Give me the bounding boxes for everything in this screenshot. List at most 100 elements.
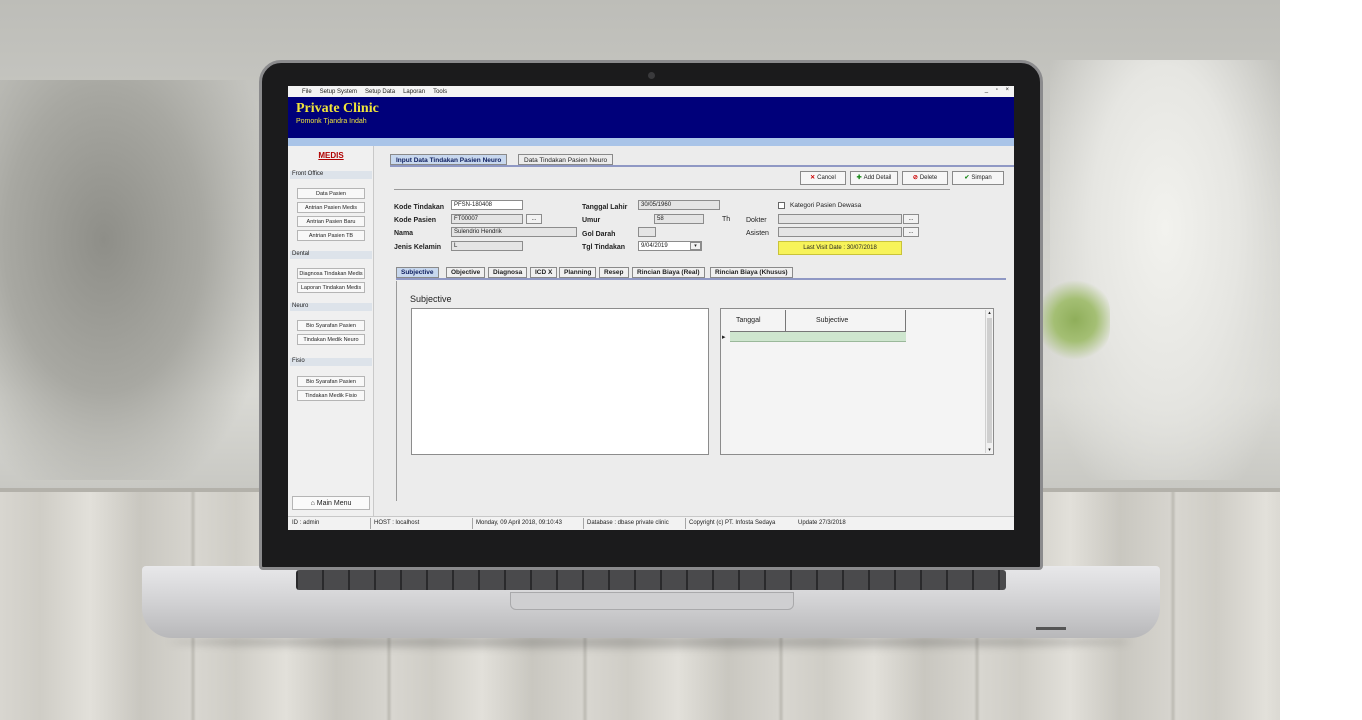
asisten-lookup-button[interactable]: ... [903,227,919,237]
menu-setup-system[interactable]: Setup System [320,89,357,95]
group-label: Dental [292,251,310,257]
sidebar-item-antrian-tb[interactable]: Antrian Pasien TB [297,230,365,241]
cancel-label: Cancel [817,175,836,181]
form-separator [394,189,950,190]
sidebar-item-diagnosa-tindakan[interactable]: Diagnosa Tindakan Medis [297,268,365,279]
kategori-checkbox[interactable] [778,202,785,209]
status-copyright: Copyright (c) PT. Infosta Sedaya [689,520,776,526]
background-blur-left [0,80,260,480]
gol-darah-label: Gol Darah [582,231,616,238]
status-update: Update 27/3/2018 [798,520,846,526]
group-fisio[interactable]: Fisio [290,358,372,366]
grid-scrollbar[interactable]: ▴ ▾ [985,310,992,453]
scroll-thumb[interactable] [987,318,992,443]
asisten-field[interactable] [778,227,902,237]
umur-field[interactable]: 58 [654,214,704,224]
menu-setup-data[interactable]: Setup Data [365,89,395,95]
sidebar-item-antrian-medis[interactable]: Antrian Pasien Medis [297,202,365,213]
dokter-field[interactable] [778,214,902,224]
kode-tindakan-field[interactable]: PFSN-180408 [451,200,523,210]
sidebar-item-laporan-tindakan[interactable]: Laporan Tindakan Medis [297,282,365,293]
group-neuro[interactable]: Neuro [290,303,372,311]
window-controls[interactable]: _ ▫ × [985,87,1012,93]
laptop-photo-scene: File Setup System Setup Data Laporan Too… [0,0,1280,720]
jenis-kelamin-field[interactable]: L [451,241,523,251]
sidebar-item-data-pasien[interactable]: Data Pasien [297,188,365,199]
scroll-up-icon[interactable]: ▴ [986,310,993,316]
delete-label: Delete [919,175,938,181]
group-front-office[interactable]: Front Office [290,171,372,179]
status-database: Database : dbase private clinic [587,520,669,526]
subtab-icd-x[interactable]: ICD X [530,267,558,278]
sidebar-item-bio-neuro[interactable]: Bio Syarafan Pasien [297,320,365,331]
kode-tindakan-label: Kode Tindakan [394,204,445,211]
sidebar: MEDIS Front Office Data Pasien Antrian P… [288,146,374,516]
delete-button[interactable]: ⊘ Delete [902,171,948,185]
cancel-button[interactable]: ✕ Cancel [800,171,846,185]
tanggal-lahir-field[interactable]: 30/05/1960 [638,200,720,210]
add-icon: ✚ [856,175,862,181]
subtab-diagnosa[interactable]: Diagnosa [488,267,528,278]
chevron-down-icon[interactable]: ▾ [690,242,701,250]
grid-header-tanggal[interactable]: Tanggal [730,310,786,332]
status-divider [583,518,584,529]
app-banner: Private Clinic Pomonk Tjandra Indah [288,97,1014,138]
subtab-underline [396,278,1006,280]
sidebar-item-tindakan-fisio[interactable]: Tindakan Medik Fisio [297,390,365,401]
subjective-title: Subjective [410,294,452,304]
kode-pasien-lookup-button[interactable]: ... [526,214,542,224]
gol-darah-field[interactable] [638,227,656,237]
app-window: File Setup System Setup Data Laporan Too… [288,86,1014,530]
last-visit-badge: Last Visit Date : 30/07/2018 [778,241,902,255]
umur-unit: Th [722,216,731,223]
save-button[interactable]: ✔ Simpan [952,171,1004,185]
kode-pasien-field[interactable]: FT00007 [451,214,523,224]
menu-file[interactable]: File [302,89,312,95]
add-detail-button[interactable]: ✚ Add Detail [850,171,898,185]
subtab-objective[interactable]: Objective [446,267,486,278]
clinic-subtitle: Pomonk Tjandra Indah [296,118,367,125]
laptop-port [1036,627,1066,630]
group-dental[interactable]: Dental [290,251,372,259]
subtab-subjective[interactable]: Subjective [396,267,439,278]
nama-label: Nama [394,230,414,237]
status-divider [370,518,371,529]
save-label: Simpan [971,175,992,181]
grid-header-subjective[interactable]: Subjective [786,310,906,332]
asisten-label: Asisten [746,230,769,237]
group-label: Fisio [292,358,305,364]
subtab-rincian-khusus[interactable]: Rincian Biaya (Khusus) [710,267,793,278]
status-host: HOST : localhost [374,520,420,526]
table-row[interactable] [730,332,906,342]
background-plant [1040,280,1110,360]
laptop-keyboard [296,570,1006,590]
nama-field[interactable]: Sulendrio Hendrik [451,227,577,237]
tanggal-lahir-label: Tanggal Lahir [582,204,628,211]
dokter-lookup-button[interactable]: ... [903,214,919,224]
subjective-grid[interactable]: Tanggal Subjective ▸ ▴ ▾ [720,308,994,455]
main-menu-button[interactable]: ⌂ Main Menu [292,496,370,510]
subjective-textarea[interactable] [411,308,709,455]
subtab-rincian-real[interactable]: Rincian Biaya (Real) [632,267,705,278]
status-bar: ID : admin HOST : localhost Monday, 09 A… [288,516,1014,530]
subtab-resep[interactable]: Resep [599,267,629,278]
group-label: Neuro [292,303,309,309]
clinic-title: Private Clinic [296,101,379,116]
kategori-label: Kategori Pasien Dewasa [790,202,862,209]
banner-strip [288,138,1014,146]
scroll-down-icon[interactable]: ▾ [986,447,993,453]
menu-tools[interactable]: Tools [433,89,447,95]
sidebar-item-tindakan-neuro[interactable]: Tindakan Medik Neuro [297,334,365,345]
menu-bar: File Setup System Setup Data Laporan Too… [288,86,1014,97]
kode-pasien-label: Kode Pasien [394,217,437,224]
sidebar-title: MEDIS [318,151,344,160]
add-label: Add Detail [863,175,892,181]
camera-icon [648,72,655,79]
sidebar-item-antrian-baru[interactable]: Antrian Pasien Baru [297,216,365,227]
menu-laporan[interactable]: Laporan [403,89,425,95]
subtab-planning[interactable]: Planning [559,267,597,278]
tab-data-tindakan[interactable]: Data Tindakan Pasien Neuro [518,154,614,165]
sidebar-item-bio-fisio[interactable]: Bio Syarafan Pasien [297,376,365,387]
status-datetime: Monday, 09 April 2018, 09:10:43 [476,520,562,526]
tab-input-tindakan[interactable]: Input Data Tindakan Pasien Neuro [390,154,508,165]
